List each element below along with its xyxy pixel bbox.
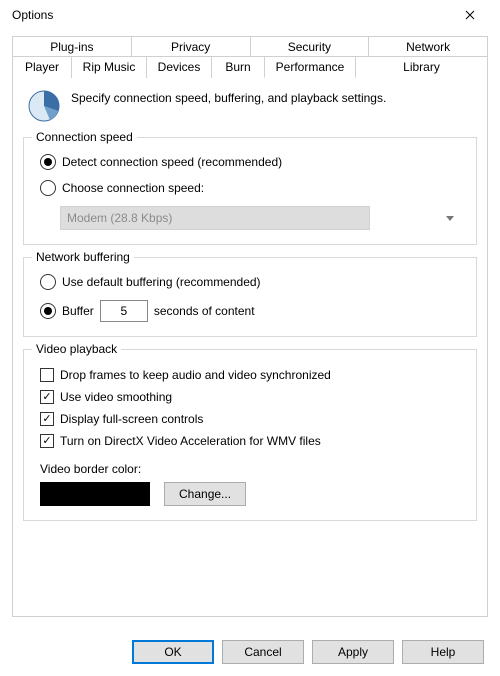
tab-panel: Specify connection speed, buffering, and… <box>12 77 488 617</box>
checkbox-fullscreen-controls[interactable] <box>40 412 54 426</box>
tabs-row-top: Plug-ins Privacy Security Network <box>12 36 488 56</box>
cancel-button[interactable]: Cancel <box>222 640 304 664</box>
tab-privacy[interactable]: Privacy <box>131 36 251 57</box>
group-network-buffering: Network buffering Use default buffering … <box>23 257 477 337</box>
tab-security[interactable]: Security <box>250 36 370 57</box>
close-icon <box>465 10 475 20</box>
label-buffer: Buffer <box>62 304 94 318</box>
button-change-color[interactable]: Change... <box>164 482 246 506</box>
tab-devices[interactable]: Devices <box>146 56 212 78</box>
radio-default-buffering[interactable] <box>40 274 56 290</box>
tabs-row-bottom: Player Rip Music Devices Burn Performanc… <box>12 56 488 77</box>
group-video-playback: Video playback Drop frames to keep audio… <box>23 349 477 521</box>
titlebar: Options <box>0 0 500 30</box>
tab-library[interactable]: Library <box>355 56 488 78</box>
checkbox-directx-accel[interactable] <box>40 434 54 448</box>
window-title: Options <box>8 8 448 22</box>
group-legend-video: Video playback <box>32 342 121 356</box>
ok-button[interactable]: OK <box>132 640 214 664</box>
checkbox-video-smoothing[interactable] <box>40 390 54 404</box>
label-drop-frames: Drop frames to keep audio and video sync… <box>60 368 331 382</box>
apply-button[interactable]: Apply <box>312 640 394 664</box>
dialog-footer: OK Cancel Apply Help <box>0 640 500 664</box>
tab-burn[interactable]: Burn <box>211 56 265 78</box>
group-legend-buffering: Network buffering <box>32 250 134 264</box>
radio-buffer[interactable] <box>40 303 56 319</box>
group-connection-speed: Connection speed Detect connection speed… <box>23 137 477 245</box>
tab-player[interactable]: Player <box>12 56 72 78</box>
label-buffer-suffix: seconds of content <box>154 304 255 318</box>
close-button[interactable] <box>448 0 492 30</box>
swatch-border-color <box>40 482 150 506</box>
label-choose-speed: Choose connection speed: <box>62 181 204 195</box>
help-button[interactable]: Help <box>402 640 484 664</box>
label-detect-speed: Detect connection speed (recommended) <box>62 155 282 169</box>
combo-connection-speed[interactable]: Modem (28.8 Kbps) <box>60 206 370 230</box>
radio-detect-speed[interactable] <box>40 154 56 170</box>
tab-plug-ins[interactable]: Plug-ins <box>12 36 132 57</box>
tab-network[interactable]: Network <box>368 36 488 57</box>
label-default-buffering: Use default buffering (recommended) <box>62 275 261 289</box>
tab-performance[interactable]: Performance <box>264 56 356 78</box>
input-buffer-seconds[interactable] <box>100 300 148 322</box>
checkbox-drop-frames[interactable] <box>40 368 54 382</box>
performance-icon <box>27 89 61 123</box>
label-fullscreen-controls: Display full-screen controls <box>60 412 203 426</box>
tab-rip-music[interactable]: Rip Music <box>71 56 147 78</box>
radio-choose-speed[interactable] <box>40 180 56 196</box>
panel-description: Specify connection speed, buffering, and… <box>71 89 386 105</box>
label-border-color: Video border color: <box>40 462 464 476</box>
label-video-smoothing: Use video smoothing <box>60 390 172 404</box>
group-legend-connection: Connection speed <box>32 130 137 144</box>
label-directx-accel: Turn on DirectX Video Acceleration for W… <box>60 434 321 448</box>
